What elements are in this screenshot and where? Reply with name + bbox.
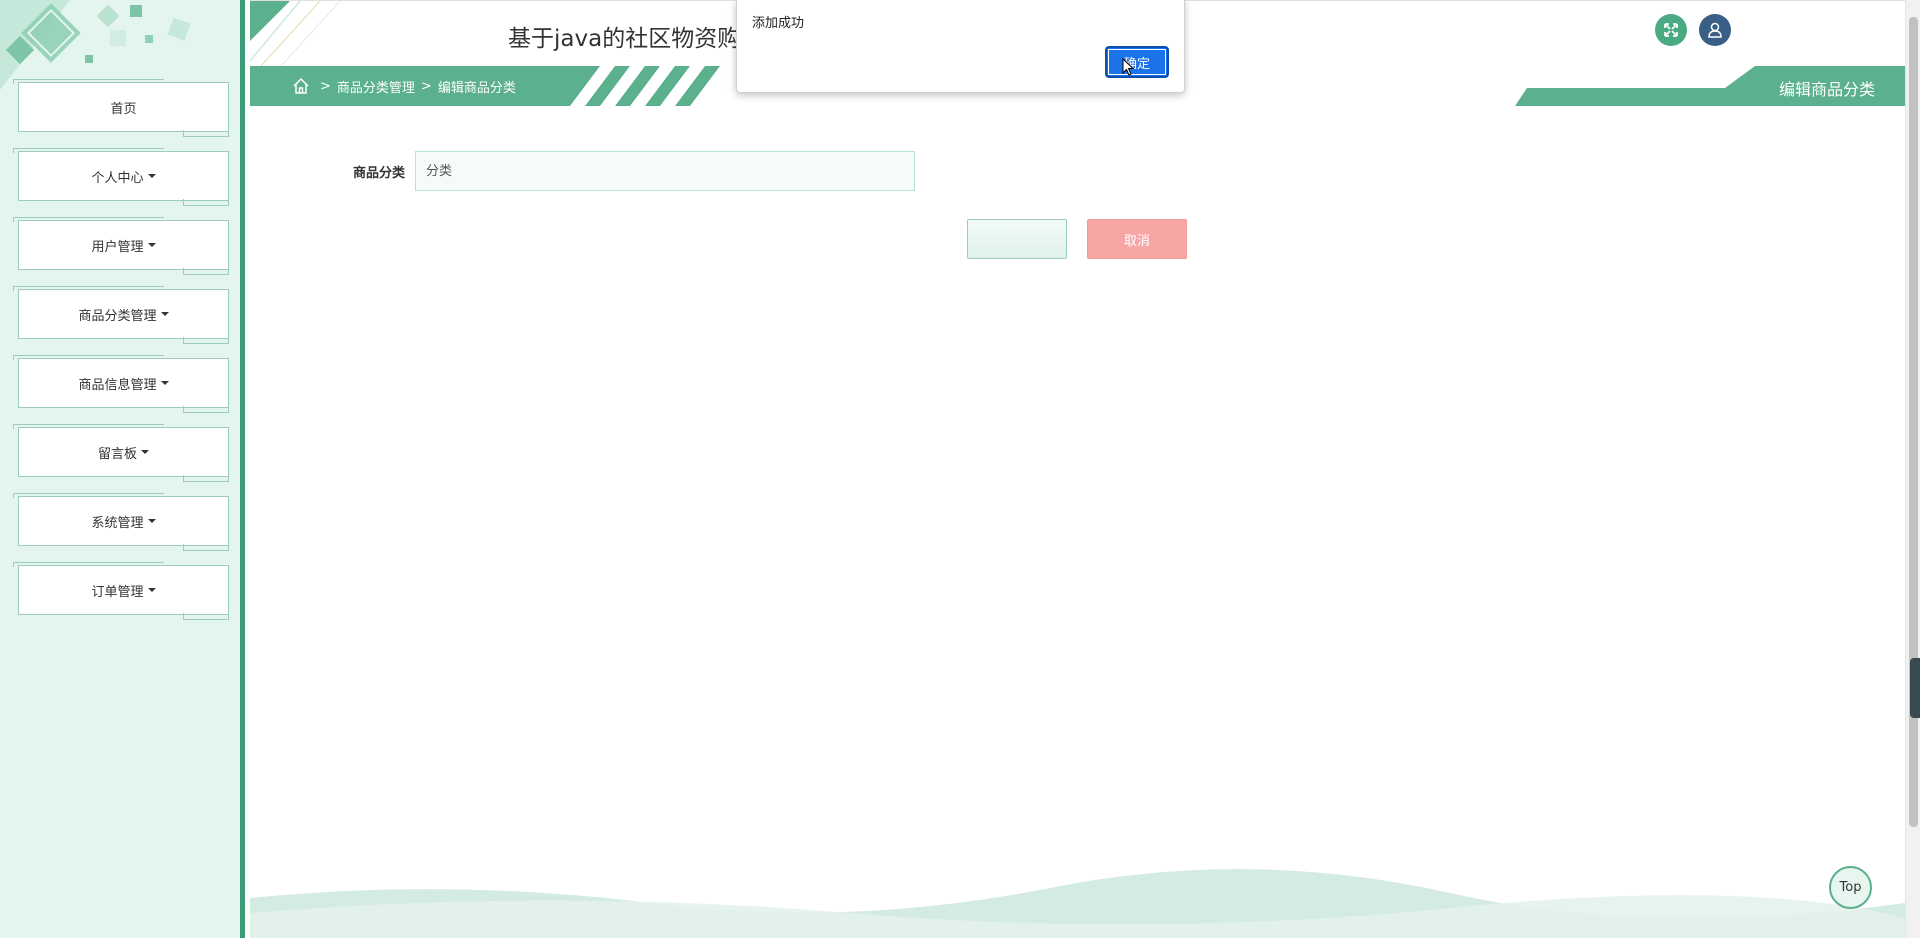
category-input[interactable] [415, 151, 915, 191]
header-corner-decoration [250, 1, 341, 67]
alert-dialog: 添加成功 确定 [736, 0, 1185, 93]
sidebar-item-category-management[interactable]: 商品分类管理 [13, 286, 229, 344]
sidebar-item-label: 商品信息管理 [78, 377, 157, 393]
expand-icon [1664, 23, 1678, 37]
breadcrumb: > 商品分类管理 > 编辑商品分类 [292, 66, 516, 106]
page-scrollbar[interactable] [1905, 0, 1920, 938]
back-to-top-button[interactable]: Top [1829, 866, 1872, 909]
mouse-cursor-icon [1122, 58, 1135, 76]
cancel-button[interactable]: 取消 [1087, 219, 1187, 259]
user-icon [1708, 22, 1722, 38]
caret-down-icon [147, 519, 156, 523]
alert-ok-button[interactable]: 确定 [1105, 46, 1169, 78]
sidebar-item-label: 用户管理 [91, 239, 144, 255]
footer-wave-decoration [250, 869, 1905, 938]
side-tab-widget[interactable] [1910, 658, 1920, 718]
submit-button[interactable] [967, 219, 1067, 259]
sidebar-item-home[interactable]: 首页 [13, 79, 229, 137]
home-icon[interactable] [292, 77, 310, 95]
sidebar-menu: 首页 个人中心 用户管理 商品分类管理 商品信息管理 留言板 系统管理 订单管理 [13, 79, 229, 634]
caret-down-icon [147, 174, 156, 178]
sidebar: 首页 个人中心 用户管理 商品分类管理 商品信息管理 留言板 系统管理 订单管理 [0, 0, 245, 938]
sidebar-item-label: 个人中心 [91, 170, 144, 186]
sidebar-item-product-management[interactable]: 商品信息管理 [13, 355, 229, 413]
sidebar-item-label: 商品分类管理 [78, 308, 157, 324]
breadcrumb-separator: > [420, 78, 432, 94]
sidebar-item-order-management[interactable]: 订单管理 [13, 562, 229, 620]
sidebar-item-personal-center[interactable]: 个人中心 [13, 148, 229, 206]
caret-down-icon [160, 381, 169, 385]
category-form-row: 商品分类 [350, 151, 915, 191]
breadcrumb-item-category-management[interactable]: 商品分类管理 [337, 77, 415, 96]
sidebar-item-label: 留言板 [97, 446, 137, 462]
sidebar-item-label: 首页 [110, 101, 137, 117]
sidebar-item-message-board[interactable]: 留言板 [13, 424, 229, 482]
user-avatar-button[interactable] [1699, 14, 1731, 46]
caret-down-icon [160, 312, 169, 316]
sidebar-item-user-management[interactable]: 用户管理 [13, 217, 229, 275]
caret-down-icon [141, 450, 149, 454]
sidebar-item-label: 订单管理 [91, 584, 144, 600]
sidebar-item-label: 系统管理 [91, 515, 144, 531]
caret-down-icon [147, 243, 156, 247]
site-title: 基于java的社区物资购 [508, 26, 741, 52]
alert-message: 添加成功 [752, 16, 805, 31]
page-title: 编辑商品分类 [1778, 80, 1875, 99]
category-label: 商品分类 [352, 165, 405, 181]
breadcrumb-item-current: 编辑商品分类 [437, 80, 516, 96]
fullscreen-button[interactable] [1655, 14, 1687, 46]
breadcrumb-separator: > [320, 78, 331, 94]
sidebar-item-system-management[interactable]: 系统管理 [13, 493, 229, 551]
caret-down-icon [147, 588, 156, 592]
